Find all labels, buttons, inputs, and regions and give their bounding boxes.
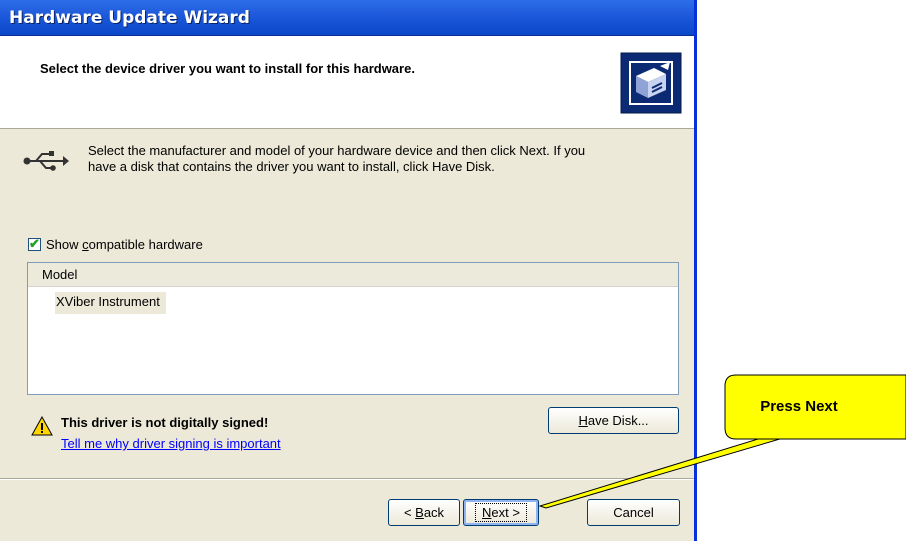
- usb-icon: [23, 151, 69, 171]
- model-column-label: Model: [42, 267, 78, 282]
- cancel-button[interactable]: Cancel: [587, 499, 680, 526]
- page-heading: Select the device driver you want to ins…: [40, 61, 415, 76]
- unsigned-driver-warning: This driver is not digitally signed!: [61, 415, 269, 430]
- warning-icon: [31, 416, 53, 436]
- driver-signing-link[interactable]: Tell me why driver signing is important: [61, 436, 281, 451]
- have-disk-accel: H: [578, 413, 588, 428]
- window-title: Hardware Update Wizard: [9, 8, 250, 28]
- instructions-line-2: have a disk that contains the driver you…: [88, 159, 495, 174]
- show-compatible-checkbox-row[interactable]: ✔ Show compatible hardware: [28, 236, 203, 252]
- show-compatible-checkbox[interactable]: ✔: [28, 235, 41, 251]
- press-next-callout: Press Next: [724, 374, 906, 440]
- back-button[interactable]: < Back: [388, 499, 460, 526]
- have-disk-rest: ave Disk...: [587, 413, 649, 428]
- show-compatible-label-pre: Show: [46, 236, 83, 252]
- back-pre: <: [403, 505, 416, 520]
- next-button[interactable]: Next >: [463, 499, 539, 526]
- callout-text: Press Next: [760, 398, 838, 415]
- back-rest: ack: [423, 505, 445, 520]
- instructions-line-1: Select the manufacturer and model of you…: [88, 143, 586, 158]
- show-compatible-label[interactable]: Show compatible hardware: [46, 237, 203, 252]
- bottom-separator: [0, 478, 694, 480]
- have-disk-button[interactable]: Have Disk...: [548, 407, 679, 434]
- show-compatible-label-post: ompatible hardware: [88, 236, 203, 252]
- back-accel: B: [415, 505, 424, 520]
- checkmark-icon: ✔: [29, 235, 40, 251]
- hardware-wizard-icon: [620, 52, 682, 114]
- next-accel: N: [482, 505, 492, 520]
- cancel-label: Cancel: [613, 505, 654, 520]
- back-label: < Back: [404, 505, 444, 520]
- model-listbox[interactable]: Model XViber Instrument: [27, 262, 679, 395]
- instructions-text: Select the manufacturer and model of you…: [88, 143, 678, 175]
- next-label: Next >: [475, 503, 527, 522]
- have-disk-label: Have Disk...: [578, 413, 648, 428]
- wizard-window: Hardware Update Wizard Select the device…: [0, 0, 697, 541]
- list-item[interactable]: XViber Instrument: [55, 292, 166, 314]
- title-bar[interactable]: Hardware Update Wizard: [0, 0, 694, 36]
- next-rest: ext >: [491, 505, 520, 520]
- wizard-header: Select the device driver you want to ins…: [0, 36, 694, 129]
- model-column-header[interactable]: Model: [28, 263, 678, 287]
